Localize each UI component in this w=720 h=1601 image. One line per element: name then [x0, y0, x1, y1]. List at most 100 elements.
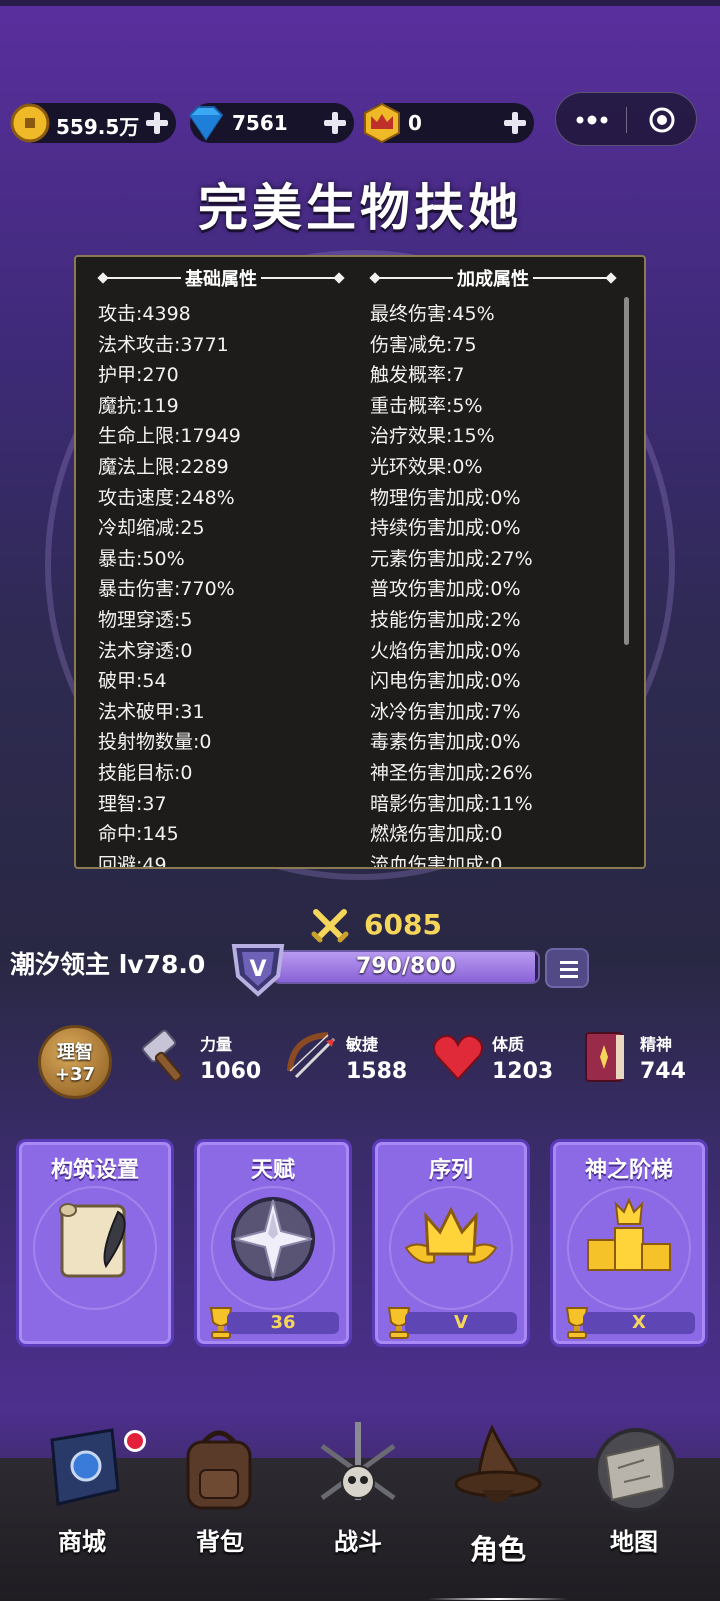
crossed-swords-icon — [311, 909, 349, 943]
crown-token-icon — [364, 102, 400, 144]
basic-attribute-row: 魔法上限:2289 — [98, 455, 229, 478]
basic-attribute-row: 法术攻击:3771 — [98, 333, 229, 356]
bonus-attribute-row: 最终伤害:45% — [370, 303, 495, 325]
card-build-settings[interactable]: 构筑设置 — [16, 1139, 174, 1347]
strength-value: 1060 — [200, 1059, 262, 1084]
basic-attribute-row: 理智:37 — [98, 792, 167, 815]
agility-label: 敏捷 — [346, 1035, 379, 1054]
add-gold-button[interactable] — [144, 110, 170, 136]
spirit-value: 744 — [640, 1059, 686, 1084]
gold-coin-icon — [10, 103, 50, 143]
wizard-hat-icon — [454, 1424, 542, 1503]
nav-label: 角色 — [469, 1533, 526, 1566]
basic-attribute-row: 回避:49 — [98, 853, 167, 869]
bonus-attribute-row: 物理伤害加成:0% — [370, 486, 521, 509]
diamond-currency: 7561 — [188, 103, 354, 143]
character-title: 完美生物扶她 — [198, 178, 522, 237]
top-strip — [0, 0, 720, 6]
bonus-attribute-row: 闪电伤害加成:0% — [370, 670, 521, 693]
nav-map[interactable]: 地图 — [574, 1420, 694, 1590]
card-sequence[interactable]: 序列 V — [372, 1139, 530, 1347]
nav-character[interactable]: 角色 — [438, 1420, 558, 1590]
basic-attributes-header: 基础属性 — [96, 265, 346, 291]
diamond-icon — [188, 106, 224, 141]
gold-value: 559.5万 — [56, 115, 140, 139]
attributes-scrollbar[interactable] — [624, 297, 629, 645]
stat-constitution[interactable]: 体质 1203 — [428, 1025, 558, 1095]
miniprogram-capsule — [555, 92, 697, 146]
basic-attribute-row: 技能目标:0 — [98, 761, 193, 784]
hammer-icon — [141, 1029, 182, 1082]
strength-label: 力量 — [200, 1035, 233, 1054]
add-diamond-button[interactable] — [322, 110, 348, 136]
constitution-label: 体质 — [492, 1035, 525, 1054]
nav-backpack[interactable]: 背包 — [160, 1420, 280, 1590]
spirit-book-icon — [585, 1032, 624, 1082]
nav-active-indicator — [428, 1598, 568, 1600]
bonus-attribute-row: 普攻伤害加成:0% — [370, 578, 521, 601]
bonus-attribute-row: 光环效果:0% — [370, 455, 483, 478]
basic-attribute-row: 暴击:50% — [98, 547, 185, 570]
diamond-value: 7561 — [232, 111, 288, 135]
experience-text: 790/800 — [356, 954, 456, 979]
add-crown-button[interactable] — [502, 110, 528, 136]
basic-attribute-row: 投射物数量:0 — [98, 731, 212, 754]
heart-icon — [433, 1035, 483, 1081]
rank-shield-icon: V — [231, 944, 285, 997]
bonus-attribute-row: 毒素伤害加成:0% — [370, 731, 521, 754]
talent-count: 36 — [270, 1312, 296, 1333]
sequence-rank-bar: V — [405, 1312, 517, 1334]
card-divine-ladder[interactable]: 神之阶梯 X — [550, 1139, 708, 1347]
combat-power-value: 6085 — [364, 907, 442, 941]
winged-crown-icon — [404, 1206, 498, 1264]
nav-label: 地图 — [610, 1528, 658, 1556]
basic-attribute-row: 法术破甲:31 — [98, 700, 205, 723]
experience-bar: 790/800 — [272, 950, 540, 984]
talent-count-bar: 36 — [227, 1312, 339, 1334]
gold-currency: 559.5万 — [10, 103, 176, 143]
close-miniprogram-icon[interactable] — [648, 106, 676, 134]
agility-value: 1588 — [346, 1059, 408, 1084]
constitution-value: 1203 — [492, 1059, 554, 1084]
card-title: 构筑设置 — [50, 1158, 139, 1183]
basic-attribute-row: 法术穿透:0 — [98, 639, 193, 662]
bonus-attributes-list: 最终伤害:45% 伤害减免:75 触发概率:7 重击概率:5% 治疗效果:15% 光环效果… — [370, 299, 533, 869]
stat-strength[interactable]: 力量 1060 — [136, 1025, 266, 1095]
bonus-attributes-header: 加成属性 — [368, 265, 618, 291]
basic-attribute-row: 魔抗:119 — [98, 394, 179, 417]
crown-value: 0 — [408, 111, 422, 135]
character-menu-button[interactable] — [545, 948, 589, 988]
crossed-swords-skull-icon — [320, 1422, 396, 1501]
reason-badge[interactable]: 理智 +37 — [38, 1025, 112, 1099]
stat-agility[interactable]: 敏捷 1588 — [282, 1025, 412, 1095]
podium-crown-icon — [587, 1197, 671, 1271]
bonus-attribute-row: 火焰伤害加成:0% — [370, 639, 521, 662]
stat-spirit[interactable]: 精神 744 — [576, 1025, 706, 1095]
more-options-icon[interactable] — [574, 111, 610, 129]
scroll-quill-icon — [59, 1203, 126, 1278]
basic-attribute-row: 暴击伤害:770% — [98, 578, 235, 601]
bonus-attribute-row: 冰冷伤害加成:7% — [370, 700, 521, 723]
ladder-rank-bar: X — [583, 1312, 695, 1334]
bonus-attribute-row: 燃烧伤害加成:0 — [370, 823, 503, 846]
sequence-rank: V — [454, 1312, 468, 1333]
combat-power: 6085 — [310, 904, 442, 944]
attributes-panel[interactable]: 基础属性 加成属性 攻击:4398 法术攻击:3771 护甲:270 魔抗:119 生命… — [74, 255, 646, 869]
basic-attribute-row: 攻击速度:248% — [98, 486, 235, 509]
spirit-label: 精神 — [640, 1035, 673, 1054]
nav-label: 背包 — [196, 1528, 244, 1556]
nav-label: 商城 — [58, 1528, 106, 1556]
bonus-attribute-row: 重击概率:5% — [370, 394, 483, 417]
compass-star-icon — [231, 1197, 315, 1281]
nav-battle[interactable]: 战斗 — [298, 1420, 418, 1590]
nav-label: 战斗 — [334, 1528, 382, 1556]
bonus-attribute-row: 流血伤害加成:0 — [370, 853, 503, 869]
backpack-icon — [186, 1430, 252, 1510]
bow-icon — [287, 1032, 336, 1079]
card-talent[interactable]: 天赋 36 — [194, 1139, 352, 1347]
shop-notification-badge — [124, 1430, 146, 1452]
bonus-attribute-row: 元素伤害加成:27% — [370, 547, 533, 570]
basic-attribute-row: 攻击:4398 — [98, 303, 191, 325]
spellbook-icon — [50, 1428, 120, 1506]
basic-attribute-row: 破甲:54 — [98, 670, 167, 693]
